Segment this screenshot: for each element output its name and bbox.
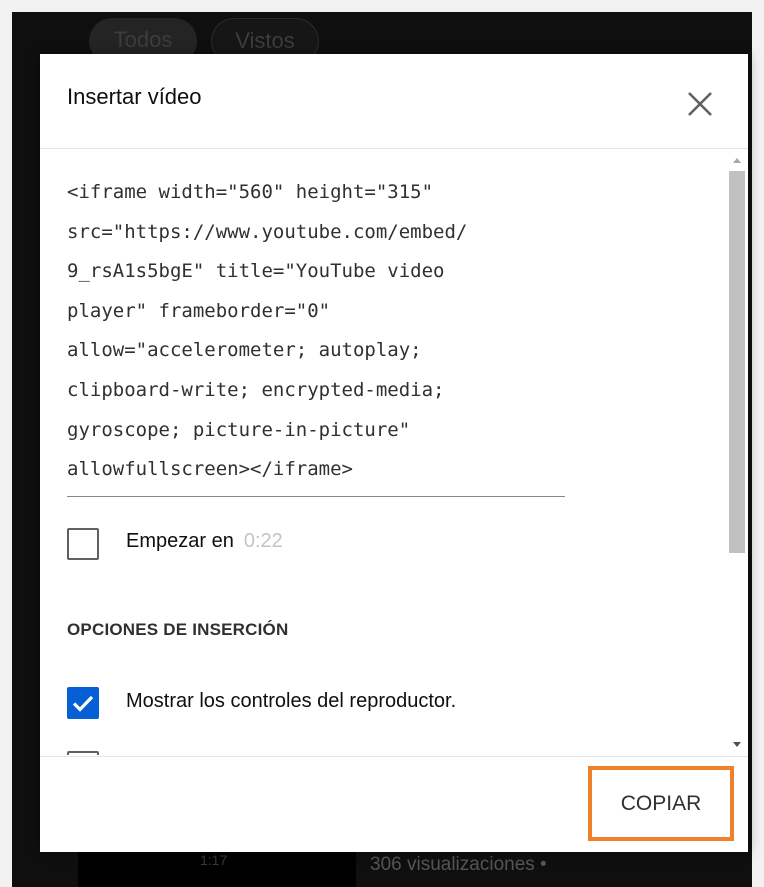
embed-code-line: 9_rsA1s5bgE" title="YouTube video [67, 260, 445, 283]
scroll-up-arrow-icon[interactable] [733, 158, 741, 163]
video-duration: 1:17 [200, 852, 228, 868]
dialog-footer: COPIAR [40, 756, 748, 853]
video-view-count: 306 visualizaciones • [370, 854, 547, 875]
show-controls-label: Mostrar los controles del reproductor. [126, 690, 457, 712]
embed-options-heading: OPCIONES DE INSERCIÓN [67, 620, 289, 639]
embed-code-underline [67, 496, 565, 497]
embed-code-line: allow="accelerometer; autoplay; [67, 339, 422, 362]
copy-button[interactable]: COPIAR [588, 766, 734, 841]
screenshot: Todos Vistos 1:17 306 visualizaciones • … [0, 0, 764, 887]
embed-code-line: gyroscope; picture-in-picture" [67, 418, 411, 441]
embed-code-line: src="https://www.youtube.com/embed/ [67, 220, 468, 243]
embed-video-dialog: Insertar vídeo <iframe width="560" heigh… [40, 54, 748, 852]
embed-code-line: player" frameborder="0" [67, 299, 331, 322]
embed-code-line: allowfullscreen></iframe> [67, 458, 353, 481]
start-at-text: Empezar en [126, 530, 234, 552]
start-at-time[interactable]: 0:22 [244, 530, 283, 552]
start-at-checkbox[interactable] [67, 528, 99, 560]
checkmark-icon [72, 695, 94, 712]
dialog-header: Insertar vídeo [40, 54, 748, 149]
close-icon [688, 92, 712, 116]
dialog-scrollbar[interactable] [726, 149, 748, 755]
option-checkbox-partial[interactable] [67, 751, 99, 755]
dialog-body: <iframe width="560" height="315" src="htt… [40, 149, 748, 755]
embed-code-textarea[interactable]: <iframe width="560" height="315" src="htt… [67, 173, 567, 490]
scroll-thumb[interactable] [729, 171, 745, 553]
close-button[interactable] [680, 84, 720, 124]
show-controls-checkbox[interactable] [67, 687, 99, 719]
embed-code-line: <iframe width="560" height="315" [67, 181, 434, 203]
embed-code-line: clipboard-write; encrypted-media; [67, 378, 445, 401]
scroll-down-arrow-icon[interactable] [733, 742, 741, 747]
dialog-title: Insertar vídeo [67, 84, 202, 109]
start-at-label: Empezar en 0:22 [126, 530, 283, 553]
